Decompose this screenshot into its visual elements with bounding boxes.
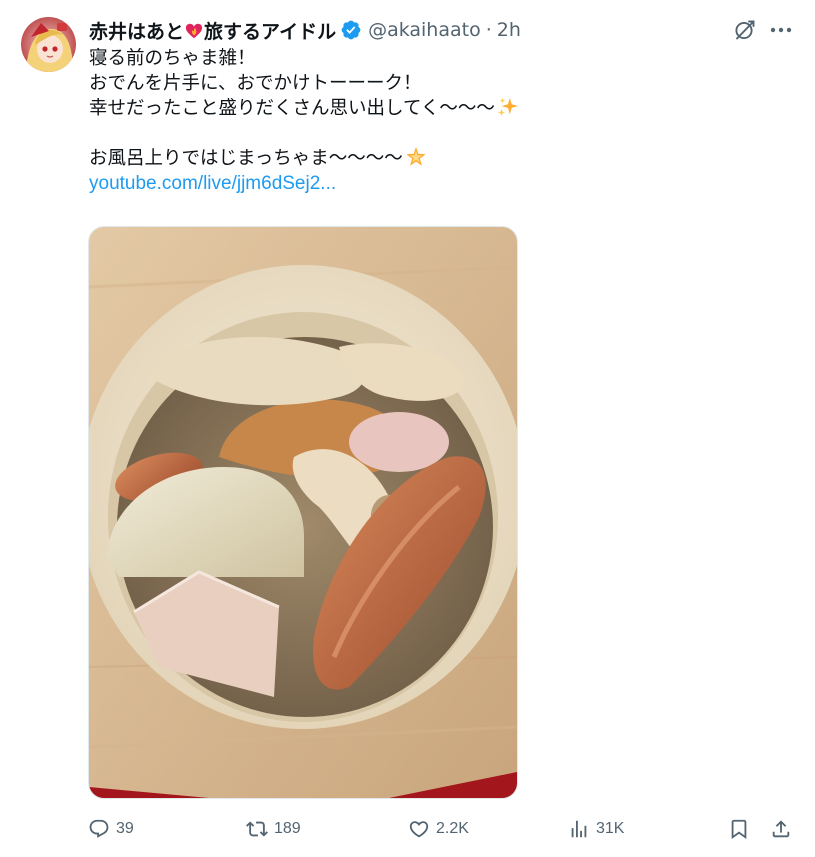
repost-button[interactable]: 189	[246, 814, 301, 844]
tweet-actions: 39 189 2.2K 31K	[88, 814, 798, 844]
tweet-text-line-1: 寝る前のちゃま雑！	[89, 48, 256, 69]
share-button[interactable]	[770, 814, 792, 844]
tweet-text-line-2: おでんを片手に、おでかけトーーーク！	[89, 73, 422, 94]
views-button[interactable]: 31K	[568, 814, 624, 844]
tweet-text-line-5-content: お風呂上りではじまっちゃま〜〜〜〜	[89, 148, 403, 169]
reply-icon	[89, 819, 109, 838]
tweet-text-line-5: お風呂上りではじまっちゃま〜〜〜〜	[89, 146, 789, 171]
reply-count: 39	[116, 820, 134, 837]
like-count: 2.2K	[436, 820, 469, 837]
heart-fire-emoji-icon	[185, 23, 203, 38]
tweet-text: 寝る前のちゃま雑！ おでんを片手に、おでかけトーーーク！ 幸せだったこと盛りだく…	[89, 46, 789, 196]
view-count: 31K	[596, 820, 625, 837]
youtube-link[interactable]: youtube.com/live/jjm6dSej2...	[89, 173, 336, 194]
separator-dot: ·	[485, 19, 492, 41]
reply-button[interactable]: 39	[88, 814, 134, 844]
tweet-header: 赤井はあと 旅するアイドル @akaihaato · 2h	[89, 17, 521, 43]
glowing-star-emoji-icon	[406, 146, 426, 166]
bookmark-button[interactable]	[728, 814, 750, 844]
verified-badge-icon	[341, 20, 361, 40]
tweet-card[interactable]: 赤井はあと 旅するアイドル @akaihaato · 2h 寝る前のちゃま雑！ …	[0, 0, 815, 857]
heart-icon	[409, 821, 429, 838]
grok-icon[interactable]	[733, 18, 757, 42]
repost-count: 189	[274, 820, 301, 837]
like-button[interactable]: 2.2K	[408, 814, 469, 844]
tweet-text-line-3-content: 幸せだったこと盛りだくさん思い出してく〜〜〜	[89, 98, 495, 119]
oden-photo-image	[89, 227, 517, 798]
tweet-text-link-line: youtube.com/live/jjm6dSej2...	[89, 171, 789, 196]
avatar[interactable]	[21, 17, 76, 72]
share-icon	[772, 820, 790, 838]
more-icon[interactable]	[768, 18, 794, 42]
author-handle[interactable]: @akaihaato	[368, 19, 481, 41]
author-name-part1: 赤井はあと	[89, 20, 185, 43]
sparkles-emoji-icon	[497, 97, 518, 117]
avatar-image	[21, 17, 76, 72]
author-name-part2: 旅するアイドル	[204, 20, 337, 43]
tweet-photo[interactable]	[88, 226, 518, 799]
tweet-text-line-3: 幸せだったこと盛りだくさん思い出してく〜〜〜	[89, 96, 789, 121]
bookmark-icon	[731, 819, 747, 840]
repost-icon	[246, 821, 268, 837]
author-name[interactable]: 赤井はあと 旅するアイドル	[89, 17, 336, 44]
views-icon	[571, 820, 587, 838]
tweet-time[interactable]: 2h	[497, 19, 521, 41]
